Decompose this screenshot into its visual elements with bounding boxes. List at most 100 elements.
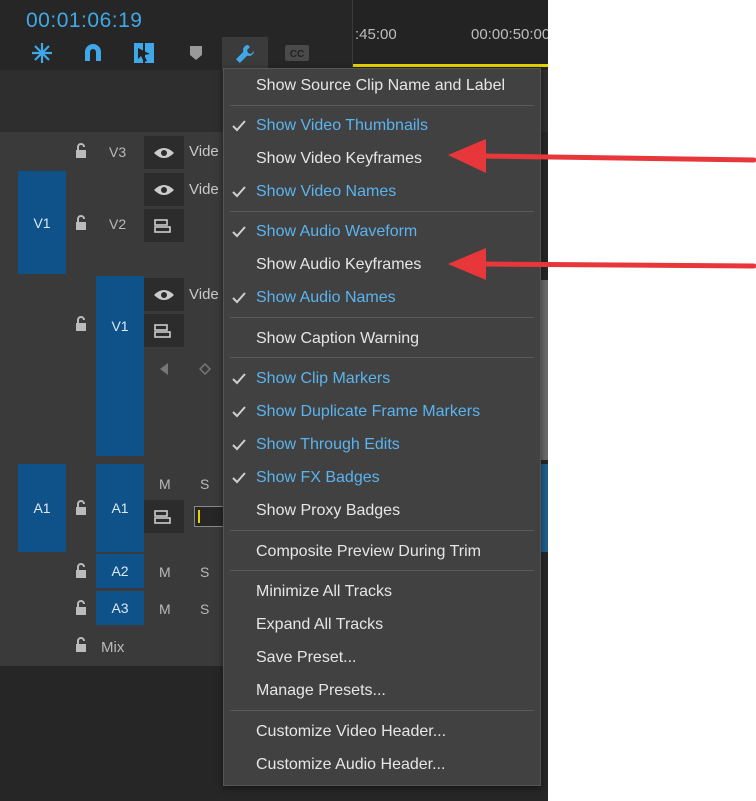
menu-item-minimize-all-tracks[interactable]: Minimize All Tracks — [224, 577, 540, 607]
lock-icon[interactable] — [74, 316, 88, 332]
menu-item-label: Show FX Badges — [256, 469, 380, 486]
toggle-track-output-v2[interactable] — [144, 173, 184, 206]
menu-item-show-audio-waveform[interactable]: Show Audio Waveform — [224, 217, 540, 247]
menu-item-label: Show Audio Keyframes — [256, 256, 422, 273]
add-marker-icon[interactable] — [183, 40, 209, 66]
checkmark-icon — [232, 186, 246, 198]
menu-item-show-caption-warning[interactable]: Show Caption Warning — [224, 324, 540, 354]
mute-button-a2[interactable]: M — [159, 564, 171, 580]
work-area-bar[interactable] — [353, 64, 548, 67]
keyframe-toggle-v2[interactable] — [144, 209, 184, 242]
lock-icon[interactable] — [74, 600, 88, 616]
menu-separator — [230, 570, 534, 571]
menu-item-show-audio-names[interactable]: Show Audio Names — [224, 283, 540, 313]
clip-keyframe-icon — [154, 509, 171, 524]
menu-separator — [230, 710, 534, 711]
clip-keyframe-icon — [154, 323, 171, 338]
track-label-v3: V3 — [109, 144, 127, 160]
previous-keyframe-icon[interactable] — [158, 362, 170, 376]
mute-button-a3[interactable]: M — [159, 601, 171, 617]
track-name-v2: Vide — [189, 181, 219, 198]
eye-icon — [154, 147, 174, 158]
lock-icon[interactable] — [74, 215, 88, 231]
add-keyframe-icon[interactable] — [199, 363, 211, 375]
menu-item-show-source-clip-name-and-label[interactable]: Show Source Clip Name and Label — [224, 71, 540, 101]
eye-icon — [154, 184, 174, 195]
ruler-label-left: :45:00 — [355, 26, 397, 43]
menu-item-manage-presets[interactable]: Manage Presets... — [224, 676, 540, 706]
menu-item-label: Show Duplicate Frame Markers — [256, 403, 481, 420]
lock-icon[interactable] — [74, 143, 88, 159]
lock-icon[interactable] — [74, 563, 88, 579]
linked-selection-icon[interactable] — [131, 40, 157, 66]
keyframe-toggle-v1[interactable] — [144, 314, 184, 347]
menu-separator — [230, 211, 534, 212]
menu-item-label: Save Preset... — [256, 649, 357, 666]
playhead-timecode[interactable]: 00:01:06:19 — [26, 9, 142, 33]
menu-item-show-proxy-badges[interactable]: Show Proxy Badges — [224, 496, 540, 526]
track-target-a2[interactable]: A2 — [96, 554, 144, 588]
menu-item-customize-audio-header[interactable]: Customize Audio Header... — [224, 750, 540, 780]
keyframe-toggle-a1[interactable] — [144, 500, 184, 533]
menu-separator — [230, 530, 534, 531]
nest-sequence-icon[interactable] — [29, 40, 55, 66]
snap-magnet-icon[interactable] — [80, 40, 106, 66]
toggle-track-output-v3[interactable] — [144, 136, 184, 169]
menu-item-label: Composite Preview During Trim — [256, 543, 481, 560]
audio-meter — [194, 506, 226, 527]
menu-item-label: Show Clip Markers — [256, 370, 391, 387]
annotation-arrow-audio-keyframes-icon — [448, 248, 756, 280]
menu-item-label: Customize Video Header... — [256, 723, 447, 740]
menu-item-label: Show Caption Warning — [256, 330, 420, 347]
time-ruler[interactable]: :45:00 00:00:50:00 — [352, 0, 548, 70]
menu-item-save-preset[interactable]: Save Preset... — [224, 643, 540, 673]
annotation-arrow-video-keyframes-icon — [448, 139, 756, 173]
track-name-v1: Vide — [189, 286, 219, 303]
menu-item-customize-video-header[interactable]: Customize Video Header... — [224, 717, 540, 747]
toggle-track-output-v1[interactable] — [144, 278, 184, 311]
checkmark-icon — [232, 120, 246, 132]
menu-item-label: Minimize All Tracks — [256, 583, 393, 600]
clip-keyframe-icon — [154, 218, 171, 233]
checkmark-icon — [232, 292, 246, 304]
source-patch-v1[interactable]: V1 — [18, 171, 66, 274]
checkmark-icon — [232, 439, 246, 451]
track-target-v1[interactable]: V1 — [96, 276, 144, 456]
lock-icon[interactable] — [74, 637, 88, 653]
checkmark-icon — [232, 472, 246, 484]
menu-separator — [230, 357, 534, 358]
track-target-a3[interactable]: A3 — [96, 591, 144, 625]
solo-button-a2[interactable]: S — [200, 564, 209, 580]
mute-button-a1[interactable]: M — [159, 476, 171, 492]
ruler-label-right: 00:00:50:00 — [471, 26, 548, 43]
track-label-mix: Mix — [101, 639, 125, 656]
source-patch-a1[interactable]: A1 — [18, 464, 66, 552]
timeline-settings-wrench-icon[interactable] — [222, 37, 268, 70]
menu-item-label: Show Audio Names — [256, 289, 396, 306]
menu-separator — [230, 105, 534, 106]
track-label-v2: V2 — [109, 216, 127, 232]
solo-button-a1[interactable]: S — [200, 476, 209, 492]
menu-item-show-clip-markers[interactable]: Show Clip Markers — [224, 364, 540, 394]
menu-item-show-through-edits[interactable]: Show Through Edits — [224, 430, 540, 460]
track-target-a1[interactable]: A1 — [96, 464, 144, 552]
svg-text:CC: CC — [290, 49, 304, 60]
checkmark-icon — [232, 373, 246, 385]
menu-item-show-fx-badges[interactable]: Show FX Badges — [224, 463, 540, 493]
menu-item-composite-preview-during-trim[interactable]: Composite Preview During Trim — [224, 537, 540, 567]
track-name-v3: Vide — [189, 143, 219, 160]
checkmark-icon — [232, 226, 246, 238]
menu-item-label: Show Video Names — [256, 183, 397, 200]
menu-item-label: Customize Audio Header... — [256, 756, 446, 773]
menu-item-label: Show Audio Waveform — [256, 223, 418, 240]
menu-item-expand-all-tracks[interactable]: Expand All Tracks — [224, 610, 540, 640]
checkmark-icon — [232, 406, 246, 418]
solo-button-a3[interactable]: S — [200, 601, 209, 617]
menu-item-label: Show Video Keyframes — [256, 150, 423, 167]
menu-item-show-video-names[interactable]: Show Video Names — [224, 177, 540, 207]
captions-cc-icon[interactable]: CC — [284, 40, 310, 66]
menu-item-label: Show Through Edits — [256, 436, 400, 453]
lock-icon[interactable] — [74, 500, 88, 516]
menu-item-label: Show Source Clip Name and Label — [256, 77, 506, 94]
menu-item-show-duplicate-frame-markers[interactable]: Show Duplicate Frame Markers — [224, 397, 540, 427]
